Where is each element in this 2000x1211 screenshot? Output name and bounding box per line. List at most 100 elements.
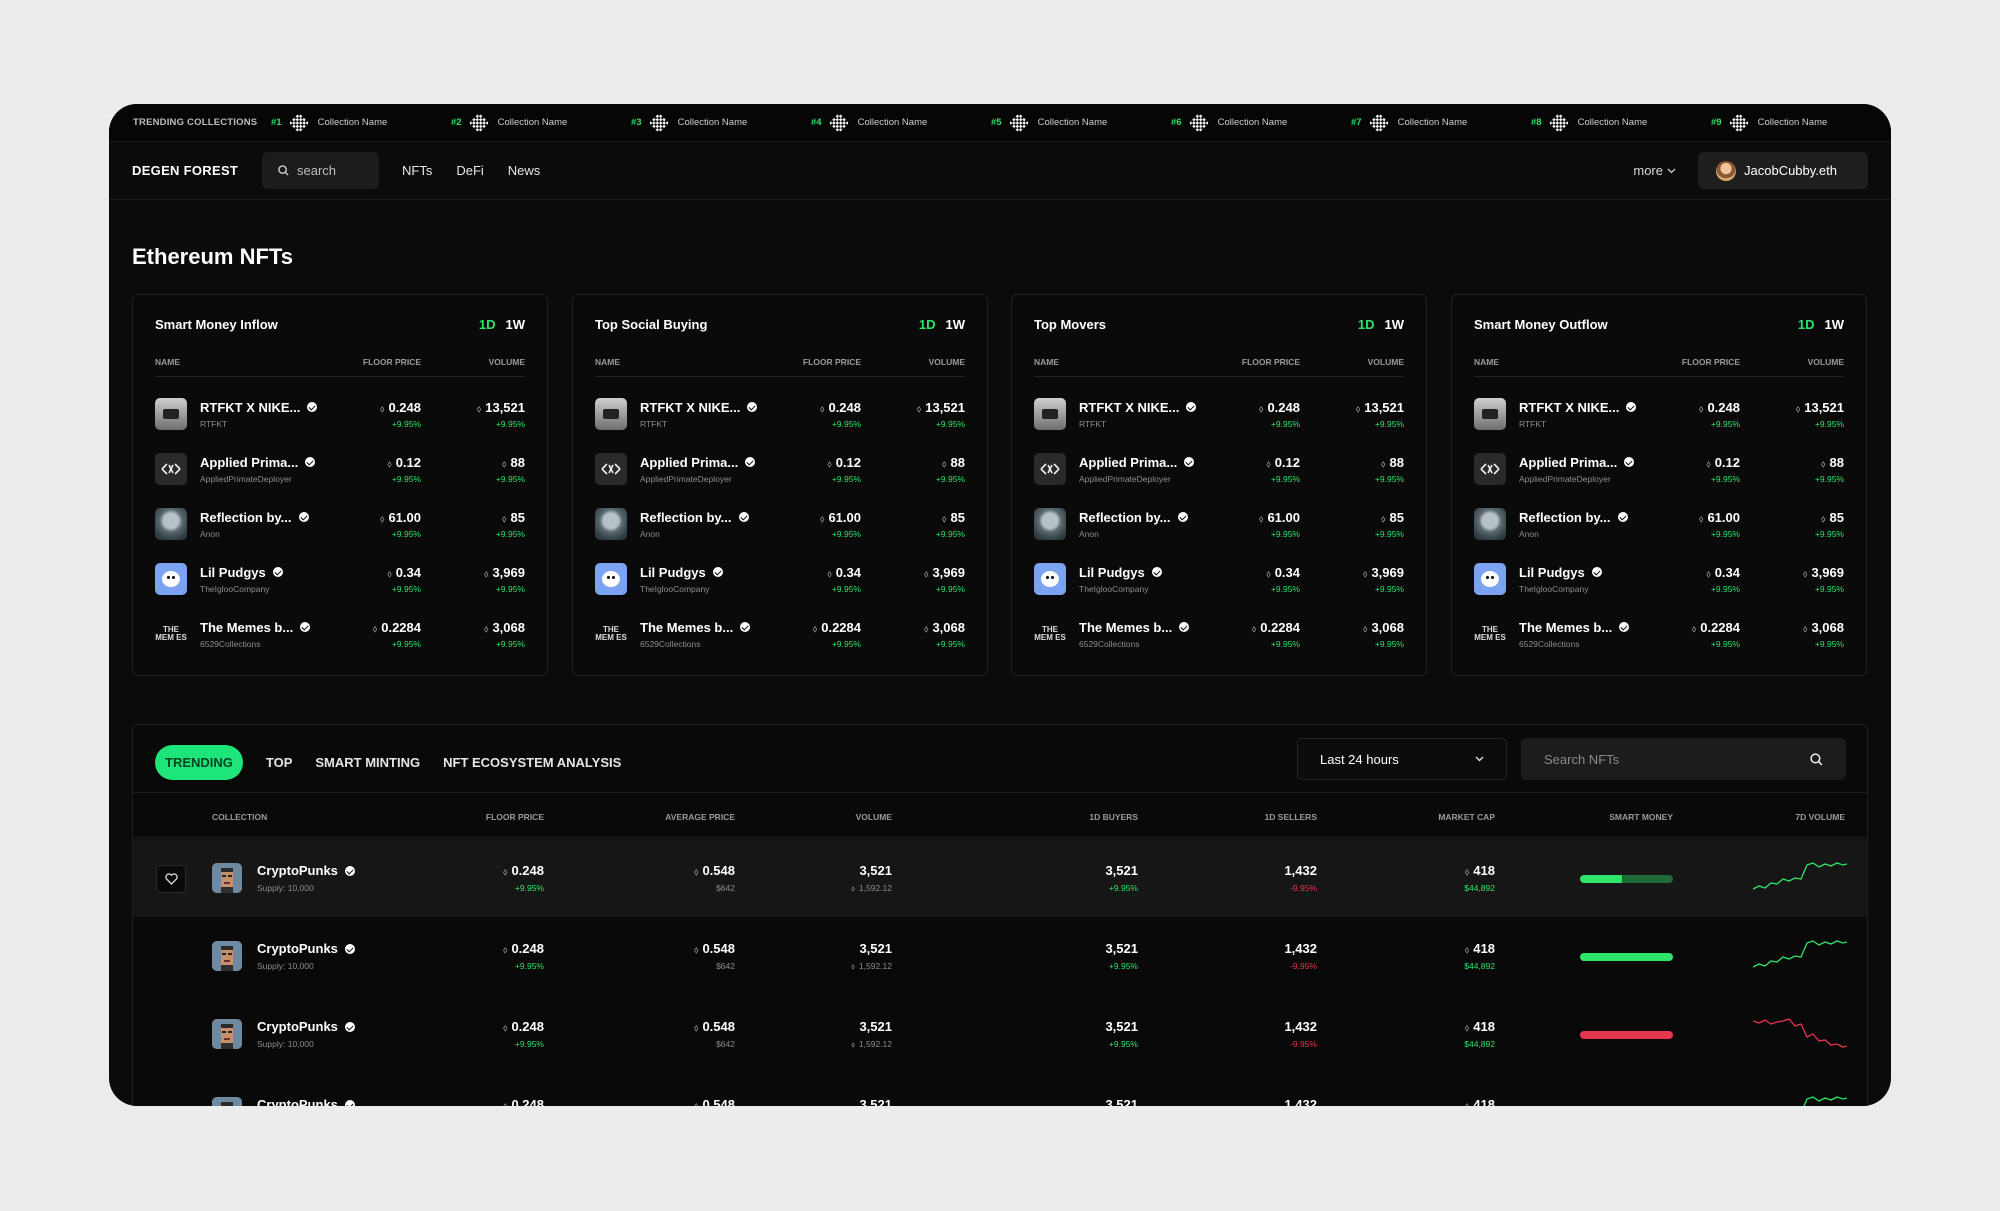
col-volume[interactable]: VOLUME (856, 812, 892, 822)
favorite-button[interactable] (156, 865, 186, 893)
ticker-item[interactable]: #1 Collection Name (271, 112, 451, 133)
collection-name-block: RTFKT X NIKE... RTFKT (640, 400, 761, 429)
list-item[interactable]: Lil Pudgys TheIglooCompany ⬨ 0.34 +9.95% ⬨ 3,9… (1474, 559, 1844, 599)
col-7d-volume[interactable]: 7D VOLUME (1795, 812, 1845, 822)
volume-change: +9.95% (935, 528, 965, 539)
floor-cell: ⬨ 0.34 +9.95% (761, 565, 861, 594)
sellers-value-row: 1,432 (1284, 941, 1317, 956)
verified-icon (298, 512, 309, 522)
period-1w-button[interactable]: 1W (946, 317, 966, 332)
list-item[interactable]: THE MEM ES The Memes b... 6529Collections ⬨… (1474, 614, 1844, 654)
col-collection[interactable]: COLLECTION (212, 812, 267, 822)
list-item[interactable]: Reflection by... Anon ⬨ 61.00 +9.95% ⬨ 85 +9.95… (595, 504, 965, 544)
floor-change: +9.95% (391, 528, 421, 539)
list-item[interactable]: Reflection by... Anon ⬨ 61.00 +9.95% ⬨ 85 +9.95… (1474, 504, 1844, 544)
ticker-item[interactable]: #3 Collection Name (631, 112, 811, 133)
col-floor-price[interactable]: FLOOR PRICE (486, 812, 544, 822)
search-nfts-input[interactable]: Search NFTs (1521, 738, 1846, 780)
list-item[interactable]: Applied Prima... AppliedPrimateDeployer ⬨ 0… (1474, 449, 1844, 489)
period-1d-button[interactable]: 1D (1358, 317, 1375, 332)
nav-link-news[interactable]: News (508, 163, 541, 178)
col-smart-money[interactable]: SMART MONEY (1609, 812, 1673, 822)
collection-creator: TheIglooCompany (200, 583, 270, 594)
col-volume: VOLUME (1367, 357, 1404, 367)
brand-logo[interactable]: DEGEN FOREST (132, 163, 262, 178)
ticker-item[interactable]: #5 Collection Name (991, 112, 1171, 133)
ticker-item[interactable]: #4 Collection Name (811, 112, 991, 133)
volume-change: +9.95% (935, 473, 965, 484)
collection-name: Applied Prima... (200, 454, 299, 470)
floor-value: 0.34 (1714, 564, 1740, 580)
volume-value-row: 3,521 (851, 863, 892, 878)
floor-value-row: ⬨ 0.2284 (1640, 620, 1740, 635)
ticker-item[interactable]: #7 Collection Name (1351, 112, 1531, 133)
list-item[interactable]: Lil Pudgys TheIglooCompany ⬨ 0.34 +9.95% ⬨ 3,9… (595, 559, 965, 599)
volume-value-row: ⬨ 3,068 (421, 620, 525, 635)
list-item[interactable]: RTFKT X NIKE... RTFKT ⬨ 0.248 +9.95% ⬨ 13,521 +… (1034, 394, 1404, 434)
list-item[interactable]: Lil Pudgys TheIglooCompany ⬨ 0.34 +9.95% ⬨ 3,9… (1034, 559, 1404, 599)
memes-thumb-icon: THE MEM ES (1034, 618, 1066, 650)
tab-nft-ecosystem-analysis[interactable]: NFT ECOSYSTEM ANALYSIS (443, 755, 621, 770)
floor-cell: ⬨ 0.12 +9.95% (1640, 455, 1740, 484)
list-item[interactable]: THE MEM ES The Memes b... 6529Collections ⬨… (1034, 614, 1404, 654)
ticker-item[interactable]: #6 Collection Name (1171, 112, 1351, 133)
period-1w-button[interactable]: 1W (1385, 317, 1405, 332)
nav-link-nfts[interactable]: NFTs (402, 163, 432, 178)
tab-smart-minting[interactable]: SMART MINTING (315, 755, 420, 770)
list-item[interactable]: Lil Pudgys TheIglooCompany ⬨ 0.34 +9.95% ⬨ 3,9… (155, 559, 525, 599)
floor-cell: ⬨ 0.12 +9.95% (1200, 455, 1300, 484)
list-item[interactable]: RTFKT X NIKE... RTFKT ⬨ 0.248 +9.95% ⬨ 13,521 +… (155, 394, 525, 434)
volume-subvalue-text: 1,592.12 (858, 1039, 892, 1049)
volume-value: 13,521 (485, 399, 525, 415)
eth-icon: ⬨ (1464, 867, 1470, 878)
col-average-price[interactable]: AVERAGE PRICE (665, 812, 735, 822)
pudgy-thumb-icon (1034, 563, 1066, 595)
period-1w-button[interactable]: 1W (1825, 317, 1845, 332)
period-1d-button[interactable]: 1D (479, 317, 496, 332)
period-1w-button[interactable]: 1W (506, 317, 526, 332)
table-row[interactable]: CryptoPunks Supply: 10,000 ⬨ 0.248 +9.95% ⬨ 0.… (133, 839, 1867, 917)
tab-top[interactable]: TOP (266, 755, 293, 770)
list-item[interactable]: RTFKT X NIKE... RTFKT ⬨ 0.248 +9.95% ⬨ 13,521 +… (1474, 394, 1844, 434)
card-smart-money-inflow: Smart Money Inflow 1D 1W NAME FLOOR PRICE VOL… (132, 294, 548, 676)
tab-trending[interactable]: TRENDING (155, 745, 243, 780)
floor-value-row: ⬨0.248 (761, 400, 861, 415)
list-item[interactable]: Applied Prima... AppliedPrimateDeployer ⬨ 0… (595, 449, 965, 489)
ticker-item[interactable]: #9 Collection Name (1711, 112, 1891, 133)
floor-change: +9.95% (831, 418, 861, 429)
volume-value: 3,068 (1811, 619, 1844, 635)
list-item[interactable]: RTFKT X NIKE... RTFKT ⬨ 0.248 +9.95% ⬨ 13,521 +… (595, 394, 965, 434)
user-account-button[interactable]: JacobCubby.eth (1698, 152, 1868, 189)
nav-link-defi[interactable]: DeFi (456, 163, 483, 178)
floor-change: +9.95% (1270, 528, 1300, 539)
floor-change: +9.95% (391, 473, 421, 484)
collection-creator: Anon (200, 528, 220, 539)
checker-logo-icon (828, 112, 849, 133)
period-1d-button[interactable]: 1D (1798, 317, 1815, 332)
ticker-item[interactable]: #8 Collection Name (1531, 112, 1711, 133)
period-1d-button[interactable]: 1D (919, 317, 936, 332)
list-item[interactable]: THE MEM ES The Memes b... 6529Collections ⬨… (595, 614, 965, 654)
volume-cell: ⬨ 3,068 +9.95% (1740, 620, 1844, 649)
table-row[interactable]: CryptoPunks⬨0.248⬨0.5483,5213,5211,432⬨4… (133, 1073, 1867, 1106)
list-item[interactable]: Reflection by... Anon ⬨ 61.00 +9.95% ⬨ 85 +9.95… (155, 504, 525, 544)
time-range-select[interactable]: Last 24 hours (1297, 738, 1507, 780)
list-item[interactable]: Applied Prima... AppliedPrimateDeployer ⬨ 0… (1034, 449, 1404, 489)
eth-icon: ⬨ (1698, 513, 1704, 525)
volume-value-row: ⬨ 85 (861, 510, 965, 525)
list-item[interactable]: Reflection by... Anon ⬨ 61.00 +9.95% ⬨ 85 +9.95… (1034, 504, 1404, 544)
col-1d-buyers[interactable]: 1D BUYERS (1089, 812, 1138, 822)
ticker-collection-name: Collection Name (317, 117, 388, 128)
table-row[interactable]: CryptoPunks Supply: 10,000 ⬨ 0.248 +9.95% ⬨ 0.… (133, 995, 1867, 1073)
col-1d-sellers[interactable]: 1D SELLERS (1265, 812, 1317, 822)
ticker-item[interactable]: #2 Collection Name (451, 112, 631, 133)
list-item[interactable]: Applied Prima... AppliedPrimateDeployer ⬨ 0… (155, 449, 525, 489)
list-item[interactable]: THE MEM ES The Memes b... 6529Collections ⬨… (155, 614, 525, 654)
search-input[interactable]: search (262, 152, 379, 189)
more-menu[interactable]: more (1633, 163, 1676, 178)
col-market-cap[interactable]: MARKET CAP (1438, 812, 1495, 822)
verified-icon (1186, 402, 1197, 412)
verified-icon (740, 622, 751, 632)
eth-icon: ⬨ (1266, 458, 1271, 470)
table-row[interactable]: CryptoPunks Supply: 10,000 ⬨ 0.248 +9.95% ⬨ 0.… (133, 917, 1867, 995)
